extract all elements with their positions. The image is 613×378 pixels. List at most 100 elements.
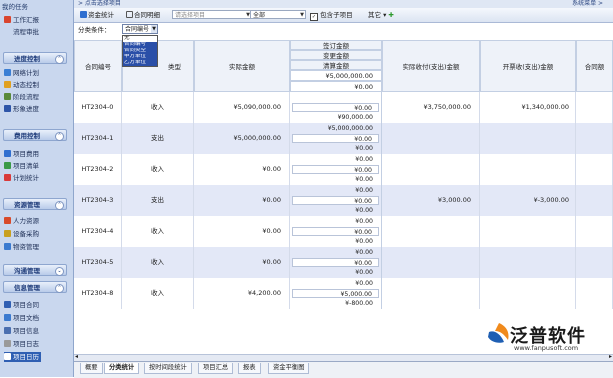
sidebar-item-approval[interactable]: 流程审批 [4,27,39,37]
header-actual-amount[interactable]: 实际金额 [194,40,290,92]
approval-icon [4,28,11,35]
cell-received: ¥3,750,000.00 [382,92,480,123]
table-row[interactable]: HT2304-4 收入 ¥0.00 ¥0.00 ¥0.00 ¥0.00 [74,216,613,247]
cell-type: 收入 [122,216,194,247]
cell-contract-no: HT2304-0 [74,92,122,123]
collapse-icon[interactable]: ⌃ [55,55,64,64]
other-menu[interactable]: 其它 ▾ ✚ [368,10,394,20]
cell-sub-amounts: ¥0.00 ¥90,000.00 [290,92,382,123]
header-contract-no[interactable]: 合同编号 [74,40,122,92]
table-row[interactable]: HT2304-5 收入 ¥0.00 ¥0.00 ¥0.00 ¥0.00 [74,247,613,278]
condition-label: 分类条件： [78,26,111,34]
dynamic-control-icon [4,81,11,88]
sidebar-item-human-resources[interactable]: 人力资源 [4,216,39,226]
cell-settled: ¥90,000.00 [337,114,373,121]
sidebar-item-project-calendar[interactable]: 项目日历 [4,352,41,362]
cell-contract-no: HT2304-4 [74,216,122,247]
sidebar-item-equipment[interactable]: 设备采购 [4,229,39,239]
cell-actual-amount: ¥5,000,000.00 [194,123,290,154]
tab-project-summary[interactable]: 项目汇总 [198,363,234,374]
sidebar-item-project-info[interactable]: 项目信息 [4,326,39,336]
calendar-icon [4,353,11,360]
select-project-link[interactable]: > 点击选择项目 [78,0,121,8]
cell-sub-amounts: ¥0.00 ¥0.00 ¥0.00 [290,185,382,216]
condition-select[interactable]: 合同编号 ▼ [122,24,158,34]
list-icon [4,162,11,169]
go-icon[interactable]: ✚ [388,11,393,19]
sidebar-item-project-contract[interactable]: 项目合同 [4,300,39,310]
cell-contract-no: HT2304-5 [74,247,122,278]
sidebar: 我的任务 工作汇报 流程审批 进度控制 ⌃ 网络计划 动态控制 阶段流程 形象进度… [0,0,74,377]
sidebar-item-project-docs[interactable]: 项目文档 [4,313,39,323]
group-communication[interactable]: 沟通管理 ⌄ [3,264,67,276]
include-subproject-checkbox[interactable]: ✓ 包含子项目 [310,10,353,21]
materials-icon [4,243,11,250]
group-cost-control[interactable]: 费用控制 ⌃ [3,129,67,141]
cost-icon [4,150,11,157]
fund-stats-button[interactable]: 资金统计 [80,10,114,20]
tab-fund-balance-chart[interactable]: 资金平衡图 [268,363,310,374]
sidebar-item-project-cost[interactable]: 项目费用 [4,149,39,159]
collapse-icon[interactable]: ⌃ [55,201,64,210]
contract-detail-button[interactable]: 合同明细 [126,10,160,20]
stage-flow-icon [4,93,11,100]
dropdown-option[interactable]: 乙方单位 [123,60,157,66]
sidebar-item-dynamic-control[interactable]: 动态控制 [4,80,39,90]
sidebar-item-materials[interactable]: 物资管理 [4,242,39,252]
table-row[interactable]: HT2304-8 收入 ¥4,200.00 ¥0.00 ¥5,000.00 ¥-… [74,278,613,309]
cell-invoiced: ¥-3,000.00 [480,185,576,216]
table-row[interactable]: HT2304-1 支出 ¥5,000,000.00 ¥5,000,000.00 … [74,123,613,154]
sidebar-item-progress-image[interactable]: 形象进度 [4,104,39,114]
cell-settled: ¥-800.00 [345,300,373,307]
cell-contract-amount [576,154,613,185]
tab-overview[interactable]: 概要 [80,363,103,374]
sidebar-item-network-plan[interactable]: 网络计划 [4,68,39,78]
scroll-right-icon[interactable]: ▸ [609,353,612,360]
table-row[interactable]: HT2304-2 收入 ¥0.00 ¥0.00 ¥0.00 ¥0.00 [74,154,613,185]
cell-invoiced [480,247,576,278]
cell-invoiced [480,216,576,247]
collapse-icon[interactable]: ⌃ [55,132,64,141]
sidebar-item-project-log[interactable]: 项目日志 [4,339,39,349]
sidebar-item-plan-stats[interactable]: 计划统计 [4,173,39,183]
filter-select[interactable]: 全部 ▼ [250,10,306,19]
header-changed-amount[interactable]: 变更金额 [290,50,382,60]
scroll-left-icon[interactable]: ◂ [75,353,78,360]
system-menu[interactable]: 系统菜单 > [572,0,603,8]
table-row[interactable]: HT2304-0 收入 ¥5,090,000.00 ¥0.00 ¥90,000.… [74,92,613,123]
cell-invoiced [480,278,576,309]
breadcrumb: > 点击选择项目 系统菜单 > [74,0,613,8]
horizontal-scrollbar[interactable]: ◂ ▸ [74,353,613,361]
cell-changed: ¥0.00 [292,134,379,143]
cell-settled: ¥0.00 [355,176,373,183]
group-info-management[interactable]: 信息管理 ⌃ [3,281,67,293]
header-invoiced-amount[interactable]: 开票收(支出)金额 [480,40,576,92]
cell-type: 收入 [122,247,194,278]
dropdown-arrow-icon: ▼ [300,12,304,18]
cell-sub-amounts: ¥5,000,000.00 ¥0.00 ¥0.00 [290,123,382,154]
fund-stats-icon [80,11,87,18]
cell-signed: ¥0.00 [355,280,373,287]
company-logo: 泛普软件 www.fanpusoft.com [486,322,610,352]
header-settled-amount[interactable]: 清算金额 [290,60,382,70]
cell-changed: ¥0.00 [292,196,379,205]
sidebar-item-stage-flow[interactable]: 阶段流程 [4,92,39,102]
expand-icon[interactable]: ⌄ [55,267,64,276]
cell-contract-amount [576,278,613,309]
sidebar-item-work-report[interactable]: 工作汇报 [4,15,39,25]
group-resource-management[interactable]: 资源管理 ⌃ [3,198,67,210]
tab-report[interactable]: 报表 [238,363,261,374]
header-contract-amount[interactable]: 合同额 [576,40,613,92]
document-icon [4,314,11,321]
header-received-amount[interactable]: 实际收付(支出)金额 [382,40,480,92]
sidebar-item-project-list[interactable]: 项目清单 [4,161,39,171]
tab-time-period-stats[interactable]: 按时间段统计 [144,363,192,374]
condition-dropdown-list[interactable]: 无 合同编号 合同类型 甲方单位 乙方单位 [122,35,158,67]
project-select[interactable]: 请选择项目 ▼ [172,10,252,19]
cell-received [382,247,480,278]
collapse-icon[interactable]: ⌃ [55,284,64,293]
tab-category-stats[interactable]: 分类统计 [104,363,140,374]
table-row[interactable]: HT2304-3 支出 ¥0.00 ¥0.00 ¥0.00 ¥0.00 ¥3,0… [74,185,613,216]
header-signed-amount[interactable]: 签订金额 [290,40,382,50]
group-schedule-control[interactable]: 进度控制 ⌃ [3,52,67,64]
